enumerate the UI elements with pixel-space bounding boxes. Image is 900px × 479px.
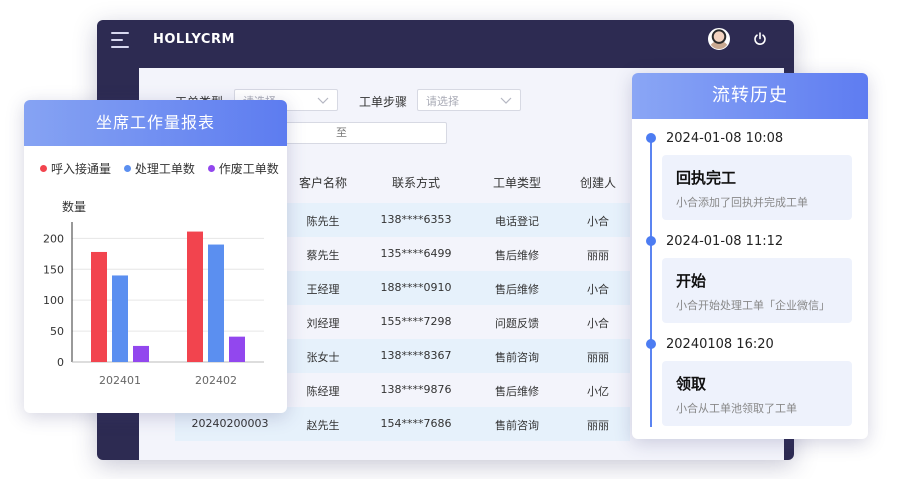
cell-type: 电话登记 xyxy=(495,215,539,228)
timeline-dot xyxy=(646,339,656,349)
cell-ticket-id: 20240200003 xyxy=(191,417,269,430)
bar-202402-0 xyxy=(187,231,203,362)
cell-customer: 陈经理 xyxy=(306,385,340,398)
timeline-line xyxy=(650,137,652,427)
cell-creator: 丽丽 xyxy=(587,419,609,432)
timeline-time: 20240108 16:20 xyxy=(666,337,774,352)
cell-customer: 陈先生 xyxy=(306,215,340,228)
y-tick-label: 100 xyxy=(43,294,64,307)
timeline-desc: 小合开始处理工单「企业微信」 xyxy=(676,299,830,312)
timeline-dot xyxy=(646,236,656,246)
top-bar: HOLLYCRM xyxy=(97,20,794,60)
menu-icon[interactable] xyxy=(111,32,129,48)
timeline-time: 2024-01-08 10:08 xyxy=(666,131,784,146)
stage: HOLLYCRM 工单类型 请选择 工单步骤 请选择 至 客户名称 联系方式 工… xyxy=(0,0,900,479)
cell-creator: 小合 xyxy=(587,317,609,330)
timeline-title: 开始 xyxy=(676,272,707,290)
col-phone: 联系方式 xyxy=(391,176,441,190)
bar-202402-2 xyxy=(229,336,245,362)
y-tick-label: 200 xyxy=(43,232,64,245)
cell-customer: 张女士 xyxy=(306,351,340,364)
y-tick-label: 0 xyxy=(57,356,64,369)
power-icon[interactable] xyxy=(753,32,767,46)
brand-logo: HOLLYCRM xyxy=(153,32,235,47)
col-creator: 创建人 xyxy=(579,176,617,190)
timeline-dot xyxy=(646,133,656,143)
cell-phone: 188****0910 xyxy=(380,281,452,294)
bar-202402-1 xyxy=(208,244,224,362)
timeline-card[interactable]: 领取 小合从工单池领取了工单 xyxy=(662,361,852,426)
workload-report-card: 坐席工作量报表 呼入接通量 处理工单数 作废工单数 数量 0 50 100 150 200… xyxy=(24,100,287,413)
cell-phone: 138****8367 xyxy=(380,349,452,362)
y-tick-label: 50 xyxy=(50,325,64,338)
cell-type: 售后维修 xyxy=(495,249,539,262)
ticket-step-label: 工单步骤 xyxy=(359,95,408,109)
timeline-title: 回执完工 xyxy=(676,169,737,187)
y-tick-label: 150 xyxy=(43,263,64,276)
cell-customer: 蔡先生 xyxy=(306,249,340,262)
x-tick-label: 202402 xyxy=(195,374,237,387)
timeline-card[interactable]: 回执完工 小合添加了回执并完成工单 xyxy=(662,155,852,220)
timeline-desc: 小合添加了回执并完成工单 xyxy=(676,196,808,209)
bar-202401-1 xyxy=(112,275,128,362)
timeline-card[interactable]: 开始 小合开始处理工单「企业微信」 xyxy=(662,258,852,323)
timeline-title: 领取 xyxy=(676,375,707,393)
cell-type: 售前咨询 xyxy=(495,419,539,432)
cell-creator: 丽丽 xyxy=(587,249,609,262)
cell-type: 售前咨询 xyxy=(495,351,539,364)
cell-phone: 138****9876 xyxy=(380,383,452,396)
col-customer: 客户名称 xyxy=(298,176,348,190)
bar-202401-2 xyxy=(133,345,149,362)
workload-bar-chart: 数量 0 50 100 150 200 202401 202402 xyxy=(43,199,264,387)
ticket-step-select[interactable]: 请选择 xyxy=(417,89,521,111)
timeline-desc: 小合从工单池领取了工单 xyxy=(676,402,797,415)
y-axis-label: 数量 xyxy=(62,199,86,214)
cell-type: 问题反馈 xyxy=(495,317,539,330)
cell-creator: 小合 xyxy=(587,283,609,296)
cell-type: 售后维修 xyxy=(495,385,539,398)
cell-phone: 138****6353 xyxy=(380,213,452,226)
cell-customer: 刘经理 xyxy=(306,317,340,330)
chevron-down-icon xyxy=(317,97,329,104)
history-title: 流转历史 xyxy=(632,73,868,119)
cell-phone: 135****6499 xyxy=(380,247,452,260)
cell-phone: 155****7298 xyxy=(380,315,452,328)
cell-customer: 赵先生 xyxy=(306,419,340,432)
cell-customer: 王经理 xyxy=(306,283,340,296)
timeline-time: 2024-01-08 11:12 xyxy=(666,234,784,249)
ticket-step-placeholder: 请选择 xyxy=(426,95,459,108)
flow-history-card: 流转历史 2024-01-08 10:08 回执完工 小合添加了回执并完成工单 … xyxy=(632,73,868,439)
x-tick-label: 202401 xyxy=(99,374,141,387)
chevron-down-icon xyxy=(500,97,512,104)
cell-creator: 小亿 xyxy=(587,385,609,398)
cell-type: 售后维修 xyxy=(495,283,539,296)
col-type: 工单类型 xyxy=(492,176,542,190)
range-separator: 至 xyxy=(336,126,347,139)
avatar[interactable] xyxy=(708,28,730,50)
cell-creator: 小合 xyxy=(587,215,609,228)
bar-202401-0 xyxy=(91,251,107,362)
cell-phone: 154****7686 xyxy=(380,417,452,430)
cell-creator: 丽丽 xyxy=(587,351,609,364)
